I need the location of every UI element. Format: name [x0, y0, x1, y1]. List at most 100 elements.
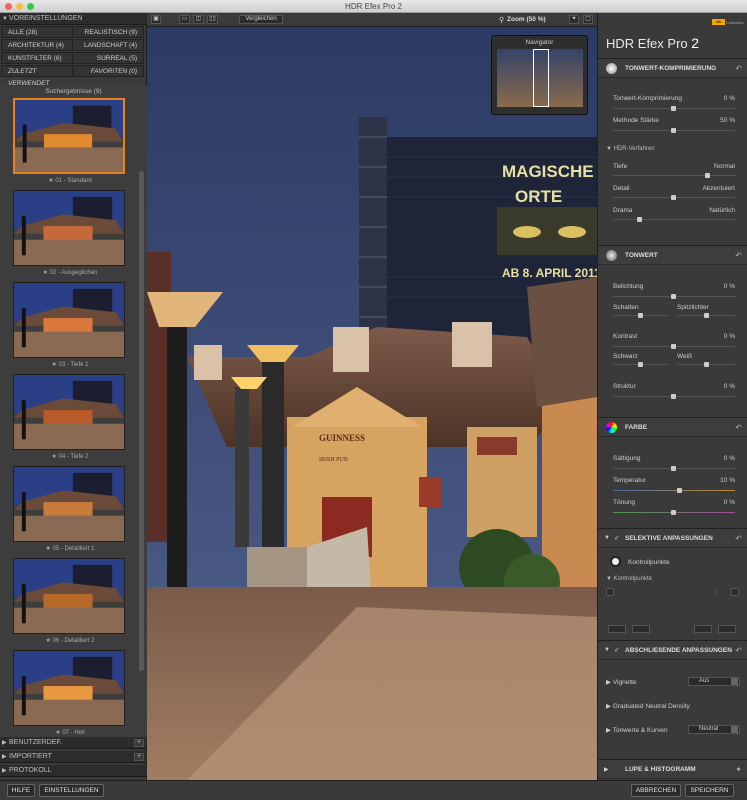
slider-knob[interactable] — [671, 128, 676, 133]
section-tonality[interactable]: TONWERT ↶ — [598, 245, 747, 265]
reset-icon[interactable]: ↶ — [735, 423, 742, 432]
slider-knob[interactable] — [704, 313, 709, 318]
single-view-icon[interactable]: ▭ — [179, 15, 190, 24]
pin-icon[interactable]: ✦ — [735, 765, 742, 774]
image-preview[interactable]: MAGISCHE ORTE AB 8. APRIL 2011 GUINNESS … — [147, 27, 597, 780]
category-item[interactable]: ZULETZT VERWENDET — [1, 65, 73, 87]
dotted-circle-icon[interactable]: ◌ — [714, 588, 718, 595]
slider-knob[interactable] — [671, 394, 676, 399]
add-point-icon[interactable] — [731, 588, 739, 596]
detail-slider[interactable] — [613, 195, 735, 200]
move-up-button[interactable] — [608, 625, 626, 633]
category-item[interactable]: LANDSCHAFT (4) — [72, 39, 144, 51]
compare-button[interactable]: Vergleichen — [239, 15, 283, 24]
black-slider[interactable] — [613, 362, 668, 367]
section-selective[interactable]: ▼ ✓ SELEKTIVE ANPASSUNGEN ↶ — [598, 528, 747, 548]
slider-knob[interactable] — [671, 510, 676, 515]
row-value: 0 % — [723, 333, 735, 340]
expand-icon: ▶ — [2, 754, 7, 760]
contrast-slider[interactable] — [613, 344, 735, 349]
category-item[interactable]: FAVORITEN (0) — [72, 65, 144, 77]
enabled-checkbox[interactable]: ✓ — [614, 534, 620, 542]
slider-knob[interactable] — [671, 106, 676, 111]
slider-knob[interactable] — [638, 362, 643, 367]
navigator-thumbnail[interactable] — [497, 49, 583, 107]
section-importiert[interactable]: ▶ IMPORTIERT + — [0, 751, 147, 763]
presets-header[interactable]: ▼ VOREINSTELLUNGEN — [0, 13, 147, 25]
drama-slider[interactable] — [613, 217, 735, 222]
add-icon[interactable]: + — [134, 739, 144, 747]
side-by-side-icon[interactable]: ▯▯ — [207, 15, 218, 24]
move-down-button[interactable] — [632, 625, 650, 633]
show-mask-icon[interactable] — [606, 588, 614, 596]
highlights-slider[interactable] — [678, 313, 735, 318]
reset-icon[interactable]: ↶ — [735, 64, 742, 73]
help-button[interactable]: HILFE — [7, 784, 35, 797]
section-title: ABSCHLIEßENDE ANPASSUNGEN — [625, 647, 732, 654]
saturation-slider[interactable] — [613, 466, 735, 471]
reset-icon[interactable]: ↶ — [735, 251, 742, 260]
structure-slider[interactable] — [613, 394, 735, 399]
split-view-icon[interactable]: ◫ — [193, 15, 204, 24]
cancel-button[interactable]: ABBRECHEN — [631, 784, 681, 797]
preset-thumbnail[interactable] — [13, 282, 125, 358]
slider-knob[interactable] — [671, 344, 676, 349]
duplicate-button[interactable] — [718, 625, 736, 633]
panel-toggle-icon[interactable]: ▣ — [151, 15, 161, 24]
method-strength-slider[interactable] — [613, 128, 735, 133]
enabled-checkbox[interactable]: ✓ — [614, 646, 620, 654]
preset-thumbnail[interactable] — [13, 190, 125, 266]
section-benutzerdef[interactable]: ▶ BENUTZERDEF. + — [0, 737, 147, 749]
slider-knob[interactable] — [671, 294, 676, 299]
tint-slider[interactable] — [613, 510, 735, 515]
preset-thumbnail[interactable] — [13, 374, 125, 450]
preset-thumbnail[interactable] — [13, 98, 125, 174]
depth-slider[interactable] — [613, 173, 735, 178]
hdr-method-header[interactable]: ▼ HDR-Verfahren — [606, 146, 655, 152]
navigator-viewport[interactable] — [533, 49, 549, 107]
section-color[interactable]: FARBE ↶ — [598, 417, 747, 437]
gnd-row[interactable]: ▶ Graduated Neutral Density — [606, 702, 728, 710]
control-points-list[interactable]: ▼ Kontrollpunkte — [606, 576, 652, 582]
preset-thumbnail[interactable] — [13, 466, 125, 542]
add-icon[interactable]: + — [134, 753, 144, 761]
slider-knob[interactable] — [677, 488, 682, 493]
remove-button[interactable] — [694, 625, 712, 633]
results-scrollbar[interactable] — [139, 171, 144, 671]
slider-knob[interactable] — [704, 362, 709, 367]
preset-thumbnail[interactable] — [13, 558, 125, 634]
section-protokoll[interactable]: ▶ PROTOKOLL — [0, 765, 147, 777]
section-loupe-histogram[interactable]: ▶ LUPE & HISTOGRAMM ✦ — [598, 759, 747, 779]
control-points-button[interactable]: Kontrollpunkte — [628, 559, 670, 566]
navigator-panel[interactable]: Navigator — [491, 35, 588, 115]
save-button[interactable]: SPEICHERN — [685, 784, 734, 797]
section-finishing[interactable]: ▼ ✓ ABSCHLIEßENDE ANPASSUNGEN ↶ — [598, 640, 747, 660]
slider-knob[interactable] — [637, 217, 642, 222]
control-point-icon[interactable] — [610, 556, 621, 567]
slider-knob[interactable] — [671, 466, 676, 471]
tone-compression-slider[interactable] — [613, 106, 735, 111]
white-slider[interactable] — [678, 362, 735, 367]
settings-button[interactable]: EINSTELLUNGEN — [39, 784, 104, 797]
category-item[interactable]: SURREAL (5) — [72, 52, 144, 64]
category-item[interactable]: REALISTISCH (9) — [72, 26, 144, 38]
slider-knob[interactable] — [638, 313, 643, 318]
reset-icon[interactable]: ↶ — [735, 534, 742, 543]
temperature-slider[interactable] — [613, 488, 735, 493]
preset-thumbnail[interactable] — [13, 650, 125, 726]
vignette-dropdown[interactable]: Aus — [688, 677, 740, 686]
loupe-icon[interactable]: ✦ — [569, 15, 579, 24]
slider-knob[interactable] — [671, 195, 676, 200]
row-value: 0 % — [723, 283, 735, 290]
reset-icon[interactable]: ↶ — [735, 646, 742, 655]
background-icon[interactable]: ▢ — [583, 15, 593, 24]
zoom-level[interactable]: Zoom (50 %) — [507, 16, 546, 23]
exposure-slider[interactable] — [613, 294, 735, 299]
category-item[interactable]: ALLE (28) — [1, 26, 73, 38]
category-item[interactable]: ARCHITEKTUR (4) — [1, 39, 73, 51]
shadows-slider[interactable] — [613, 313, 668, 318]
category-item[interactable]: KUNSTFILTER (6) — [1, 52, 73, 64]
section-tone-compression[interactable]: TONWERT-KOMPRIMIERUNG ↶ — [598, 58, 747, 78]
levels-curves-dropdown[interactable]: Neutral — [688, 725, 740, 734]
slider-knob[interactable] — [705, 173, 710, 178]
